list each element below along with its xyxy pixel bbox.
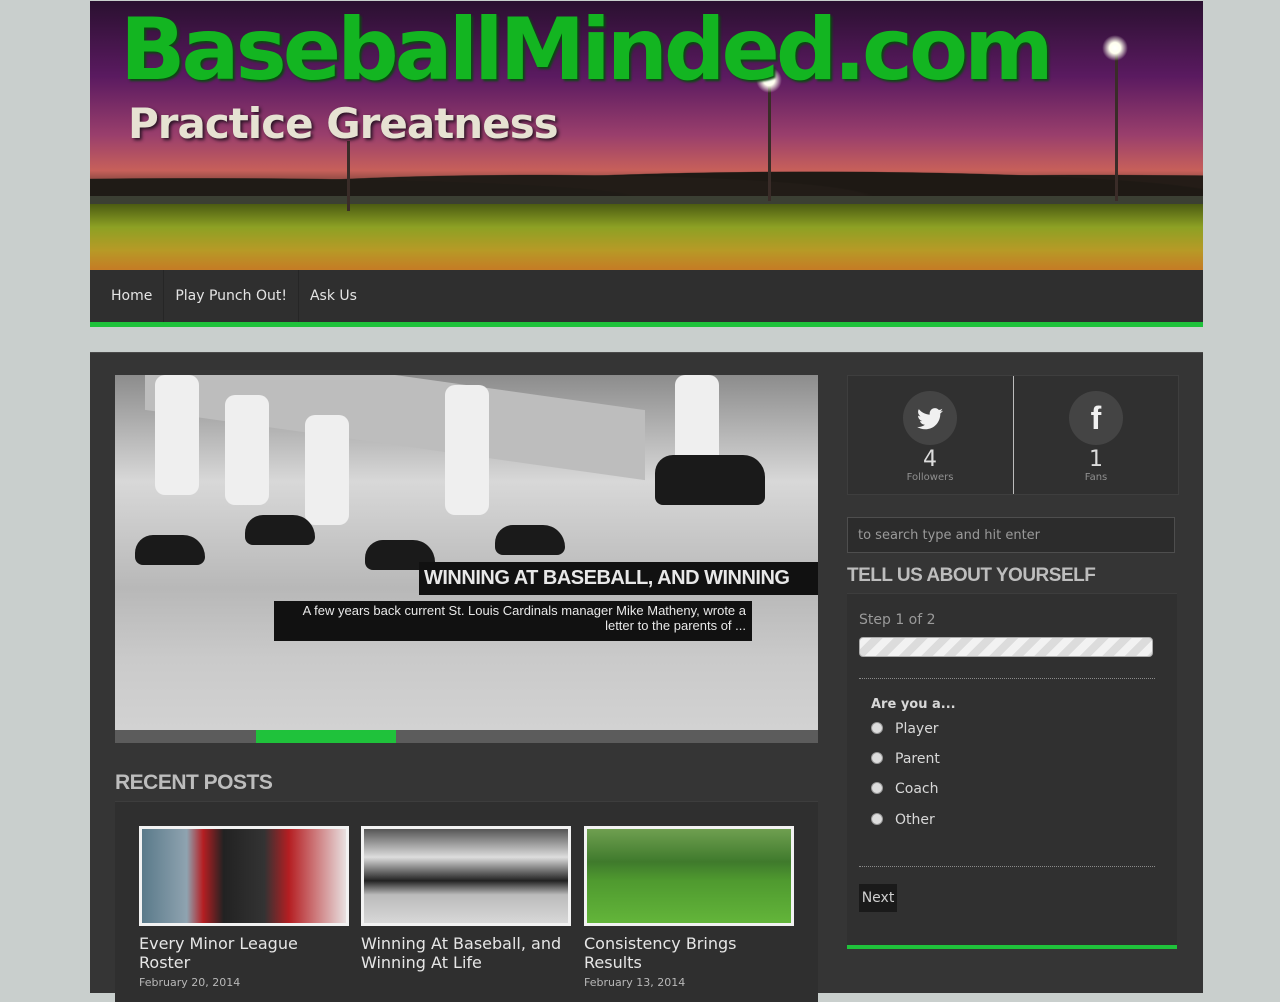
slider-dot-1[interactable] bbox=[115, 730, 256, 743]
search-input[interactable]: to search type and hit enter bbox=[847, 517, 1175, 553]
cleat bbox=[135, 535, 205, 565]
post-card[interactable]: Consistency Brings Results February 13, … bbox=[584, 826, 794, 989]
option-coach[interactable]: Coach bbox=[871, 781, 939, 797]
recent-posts-heading: Recent Posts bbox=[115, 771, 273, 794]
facebook-icon[interactable]: f bbox=[1069, 391, 1123, 445]
cleat bbox=[245, 515, 315, 545]
site-title[interactable]: BaseballMinded.com bbox=[120, 7, 1054, 93]
nav-item-home[interactable]: Home bbox=[90, 270, 165, 322]
dugout-bench bbox=[145, 375, 645, 481]
slide-title[interactable]: Winning At Baseball, and Winning At Life bbox=[419, 562, 818, 622]
twitter-count: 4 bbox=[923, 447, 937, 472]
radio-other[interactable] bbox=[871, 813, 883, 825]
survey-question: Are you a... bbox=[871, 697, 956, 712]
site-header: BaseballMinded.com Practice Greatness bbox=[90, 1, 1203, 270]
light-pole bbox=[1115, 51, 1118, 201]
divider bbox=[859, 678, 1155, 679]
post-title[interactable]: Every Minor League Roster bbox=[139, 934, 349, 972]
post-thumbnail[interactable] bbox=[584, 826, 794, 926]
option-label: Coach bbox=[895, 781, 939, 797]
post-card[interactable]: Winning At Baseball, and Winning At Life bbox=[361, 826, 571, 972]
site-tagline: Practice Greatness bbox=[128, 99, 559, 148]
option-label: Other bbox=[895, 812, 935, 828]
post-thumbnail[interactable] bbox=[139, 826, 349, 926]
option-label: Player bbox=[895, 721, 939, 737]
social-counters: 4 Followers f 1 Fans bbox=[847, 375, 1179, 495]
player-leg bbox=[155, 375, 199, 495]
post-date: February 13, 2014 bbox=[584, 976, 686, 989]
divider bbox=[859, 866, 1155, 867]
survey-progress-bar bbox=[859, 637, 1153, 657]
light-pole bbox=[347, 141, 350, 211]
option-player[interactable]: Player bbox=[871, 721, 939, 737]
slider-pager bbox=[115, 730, 818, 743]
stadium-light bbox=[1102, 35, 1128, 61]
facebook-count: 1 bbox=[1089, 447, 1103, 472]
tree-line bbox=[90, 152, 1203, 198]
featured-slider[interactable]: Winning At Baseball, and Winning At Life… bbox=[115, 375, 818, 730]
slider-dot-5[interactable] bbox=[677, 730, 818, 743]
option-other[interactable]: Other bbox=[871, 812, 935, 828]
slider-dot-2[interactable] bbox=[255, 730, 397, 743]
post-thumbnail[interactable] bbox=[361, 826, 571, 926]
main-nav: Home Play Punch Out! Ask Us bbox=[90, 270, 1203, 327]
slide-excerpt: A few years back current St. Louis Cardi… bbox=[274, 601, 752, 641]
survey-step: Step 1 of 2 bbox=[859, 612, 936, 628]
twitter-icon[interactable] bbox=[903, 391, 957, 445]
twitter-counter[interactable]: 4 Followers bbox=[848, 376, 1012, 494]
player-leg bbox=[225, 395, 269, 505]
slider-dot-3[interactable] bbox=[396, 730, 537, 743]
accent-bar bbox=[847, 945, 1177, 949]
survey-heading: Tell Us About Yourself bbox=[847, 565, 1096, 586]
radio-parent[interactable] bbox=[871, 752, 883, 764]
next-button[interactable]: Next bbox=[859, 884, 897, 912]
cleat bbox=[495, 525, 565, 555]
radio-player[interactable] bbox=[871, 722, 883, 734]
cleat bbox=[655, 455, 765, 505]
twitter-label: Followers bbox=[906, 472, 954, 483]
slider-dot-4[interactable] bbox=[537, 730, 678, 743]
recent-posts: Every Minor League Roster February 20, 2… bbox=[115, 801, 818, 1002]
survey-form: Step 1 of 2 Are you a... Player Parent C… bbox=[847, 593, 1177, 946]
radio-coach[interactable] bbox=[871, 782, 883, 794]
option-label: Parent bbox=[895, 751, 940, 767]
nav-item-play-punch-out[interactable]: Play Punch Out! bbox=[164, 270, 299, 322]
main-content: Winning At Baseball, and Winning At Life… bbox=[90, 352, 1203, 1002]
option-parent[interactable]: Parent bbox=[871, 751, 940, 767]
nav-item-ask-us[interactable]: Ask Us bbox=[299, 270, 368, 322]
facebook-label: Fans bbox=[1084, 472, 1108, 483]
player-leg bbox=[445, 385, 489, 515]
post-card[interactable]: Every Minor League Roster February 20, 2… bbox=[139, 826, 349, 989]
post-title[interactable]: Winning At Baseball, and Winning At Life bbox=[361, 934, 571, 972]
player-leg bbox=[305, 415, 349, 525]
post-title[interactable]: Consistency Brings Results bbox=[584, 934, 794, 972]
baseball-field bbox=[90, 204, 1203, 270]
facebook-counter[interactable]: f 1 Fans bbox=[1013, 376, 1178, 494]
post-date: February 20, 2014 bbox=[139, 976, 241, 989]
